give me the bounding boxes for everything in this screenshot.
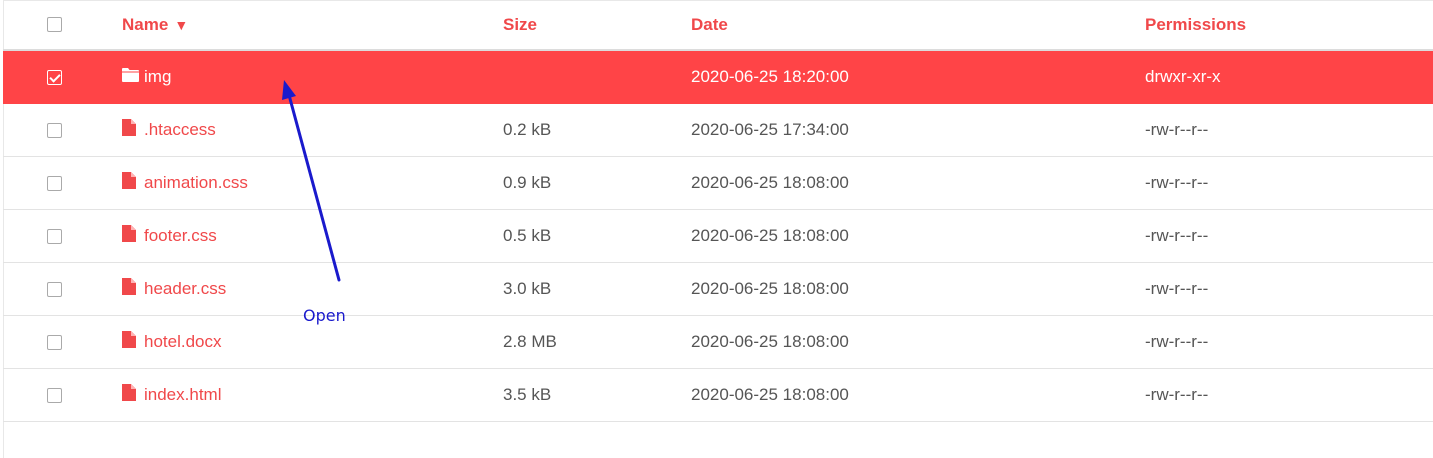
- row-checkbox[interactable]: [47, 281, 62, 297]
- row-checkbox[interactable]: [47, 69, 62, 85]
- table-row[interactable]: img 2020-06-25 18:20:00 drwxr-xr-x: [3, 51, 1433, 104]
- column-header-permissions[interactable]: Permissions: [1145, 0, 1246, 49]
- row-checkbox[interactable]: [47, 228, 62, 244]
- file-name: .htaccess: [144, 120, 216, 139]
- file-permissions: -rw-r--r--: [1145, 385, 1209, 404]
- file-date: 2020-06-25 18:08:00: [691, 385, 849, 404]
- column-header-name-label: Name: [122, 14, 169, 34]
- file-permissions: -rw-r--r--: [1145, 332, 1209, 351]
- file-date: 2020-06-25 18:08:00: [691, 279, 849, 298]
- table-row[interactable]: hotel.docx 2.8 MB 2020-06-25 18:08:00 -r…: [3, 316, 1433, 369]
- file-name: hotel.docx: [144, 332, 222, 351]
- file-permissions: -rw-r--r--: [1145, 279, 1209, 298]
- file-icon: [122, 225, 139, 247]
- file-date: 2020-06-25 18:20:00: [691, 67, 849, 86]
- file-icon: [122, 119, 139, 141]
- annotation-label: Open: [303, 306, 346, 325]
- file-permissions: -rw-r--r--: [1145, 226, 1209, 245]
- file-permissions: -rw-r--r--: [1145, 173, 1209, 192]
- file-name: footer.css: [144, 226, 217, 245]
- row-checkbox[interactable]: [47, 387, 62, 403]
- file-name: img: [144, 67, 172, 86]
- file-name-link[interactable]: index.html: [122, 384, 221, 406]
- file-date: 2020-06-25 18:08:00: [691, 226, 849, 245]
- file-icon: [122, 278, 139, 300]
- file-size: 0.9 kB: [503, 173, 552, 192]
- file-name: animation.css: [144, 173, 248, 192]
- table-row[interactable]: .htaccess 0.2 kB 2020-06-25 17:34:00 -rw…: [3, 104, 1433, 157]
- table-row[interactable]: animation.css 0.9 kB 2020-06-25 18:08:00…: [3, 157, 1433, 210]
- file-size: 2.8 MB: [503, 332, 557, 351]
- file-icon: [122, 172, 139, 194]
- file-size: 0.5 kB: [503, 226, 552, 245]
- file-date: 2020-06-25 17:34:00: [691, 120, 849, 139]
- file-icon: [122, 384, 139, 406]
- sort-desc-icon: ▼: [174, 16, 189, 33]
- file-name-link[interactable]: header.css: [122, 278, 226, 300]
- file-name-link[interactable]: hotel.docx: [122, 331, 222, 353]
- table-row[interactable]: header.css 3.0 kB 2020-06-25 18:08:00 -r…: [3, 263, 1433, 316]
- file-name-link[interactable]: img: [122, 67, 171, 87]
- file-permissions: -rw-r--r--: [1145, 120, 1209, 139]
- row-checkbox[interactable]: [47, 175, 62, 191]
- file-icon: [122, 331, 139, 353]
- check-icon: [49, 70, 61, 83]
- row-checkbox[interactable]: [47, 334, 62, 350]
- file-size: 0.2 kB: [503, 120, 552, 139]
- file-size: 3.0 kB: [503, 279, 552, 298]
- table-row[interactable]: index.html 3.5 kB 2020-06-25 18:08:00 -r…: [3, 369, 1433, 422]
- row-checkbox[interactable]: [47, 122, 62, 138]
- table-header: Name ▼ Size Date Permissions: [3, 0, 1433, 51]
- file-date: 2020-06-25 18:08:00: [691, 332, 849, 351]
- file-name-link[interactable]: animation.css: [122, 172, 248, 194]
- row-checkbox-cell: [47, 51, 62, 103]
- column-header-name[interactable]: Name ▼: [122, 0, 188, 49]
- select-all-cell: [47, 0, 62, 49]
- column-header-date[interactable]: Date: [691, 0, 728, 49]
- column-header-size[interactable]: Size: [503, 0, 537, 49]
- select-all-checkbox[interactable]: [47, 17, 62, 32]
- file-name: header.css: [144, 279, 227, 298]
- file-name-link[interactable]: .htaccess: [122, 119, 216, 141]
- file-name-link[interactable]: footer.css: [122, 225, 217, 247]
- folder-icon: [122, 67, 139, 87]
- file-name: index.html: [144, 385, 222, 404]
- table-row[interactable]: footer.css 0.5 kB 2020-06-25 18:08:00 -r…: [3, 210, 1433, 263]
- file-permissions: drwxr-xr-x: [1145, 67, 1221, 86]
- file-date: 2020-06-25 18:08:00: [691, 173, 849, 192]
- file-size: 3.5 kB: [503, 385, 552, 404]
